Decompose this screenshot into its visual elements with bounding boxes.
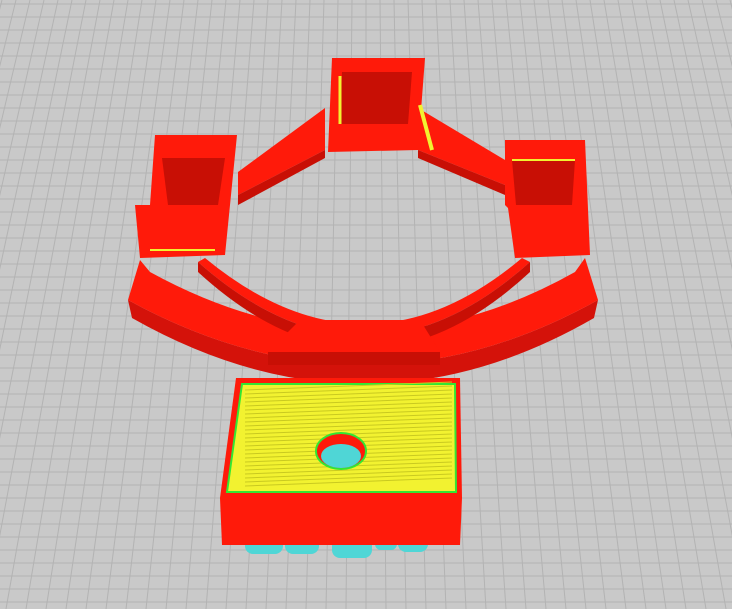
right-box-inner xyxy=(512,160,575,205)
bridge-side xyxy=(268,352,440,365)
top-box-inner xyxy=(340,72,412,124)
plate-front xyxy=(220,498,462,545)
hole-support xyxy=(321,444,361,468)
left-box-inner xyxy=(162,158,225,205)
3d-viewport[interactable] xyxy=(0,0,732,609)
